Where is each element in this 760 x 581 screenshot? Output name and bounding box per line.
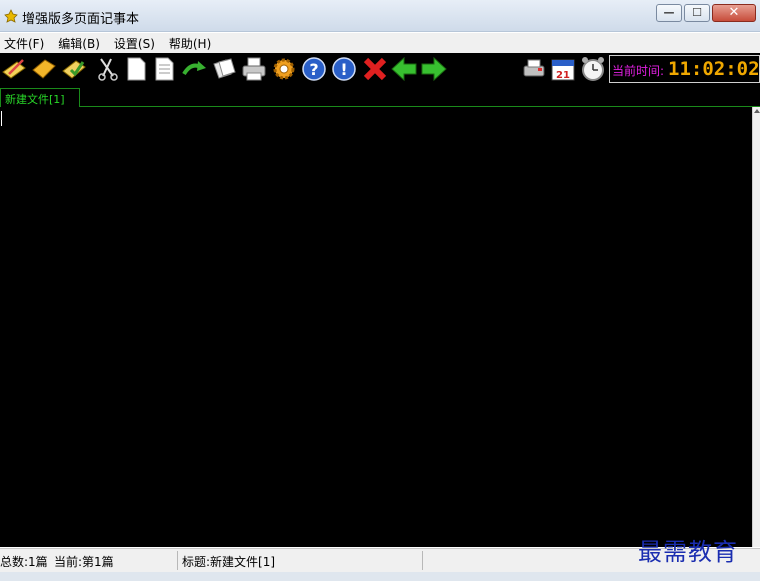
alarm-clock-icon[interactable] [580,56,606,82]
title-bar: 增强版多页面记事本 — ☐ ✕ [0,0,760,32]
menu-file[interactable]: 文件(F) [4,35,44,52]
clock-display: 当前时间: 11:02:02 [609,55,760,83]
app-icon [4,9,18,23]
scissors-icon[interactable] [95,56,121,82]
status-divider [177,551,178,570]
printer-alt-icon[interactable] [521,56,547,82]
maximize-button[interactable]: ☐ [684,4,710,22]
delete-icon[interactable] [362,56,388,82]
window-title: 增强版多页面记事本 [22,12,140,27]
back-arrow-icon[interactable] [391,56,417,82]
open-folder-icon[interactable] [31,56,57,82]
status-current: 当前:第1篇 [54,555,114,569]
printer-icon[interactable] [241,56,267,82]
new-note-icon[interactable] [1,56,27,82]
close-button[interactable]: ✕ [712,4,756,22]
vertical-scrollbar[interactable] [752,107,760,547]
tab-new-file-1[interactable]: 新建文件[1] [0,88,80,107]
document-icon[interactable] [151,56,177,82]
scroll-up-icon[interactable] [754,109,760,113]
gear-icon[interactable] [271,56,297,82]
svg-text:?: ? [309,60,318,79]
menu-edit[interactable]: 编辑(B) [58,35,100,52]
window-bottom-edge [0,572,760,581]
minimize-button[interactable]: — [656,4,682,22]
help-icon[interactable]: ? [301,56,327,82]
text-editor[interactable] [0,107,752,547]
status-total: 总数:1篇 [0,555,48,569]
blank-page-icon[interactable] [123,56,149,82]
status-title: 标题:新建文件[1] [182,555,276,569]
save-icon[interactable] [61,56,87,82]
menu-help[interactable]: 帮助(H) [169,35,211,52]
status-divider [422,551,423,570]
calendar-day: 21 [556,70,570,81]
redo-arrow-icon[interactable] [181,56,207,82]
menu-settings[interactable]: 设置(S) [114,35,155,52]
tab-label: 新建文件[1] [5,93,65,106]
copy-pages-icon[interactable] [211,56,237,82]
maximize-icon: ☐ [692,6,702,19]
watermark: 最需教育 [638,538,738,566]
calendar-icon[interactable]: 21 [550,56,576,82]
close-icon: ✕ [728,5,740,20]
info-icon[interactable]: ! [331,56,357,82]
menu-bar: 文件(F) 编辑(B) 设置(S) 帮助(H) [0,33,760,53]
clock-time: 11:02:02 [668,58,760,80]
text-caret [1,111,2,126]
minimize-icon: — [663,6,675,19]
window-controls: — ☐ ✕ [654,4,756,24]
clock-label: 当前时间: [612,64,665,78]
svg-text:!: ! [340,60,347,79]
tab-strip: 新建文件[1] [0,85,760,107]
forward-arrow-icon[interactable] [421,56,447,82]
